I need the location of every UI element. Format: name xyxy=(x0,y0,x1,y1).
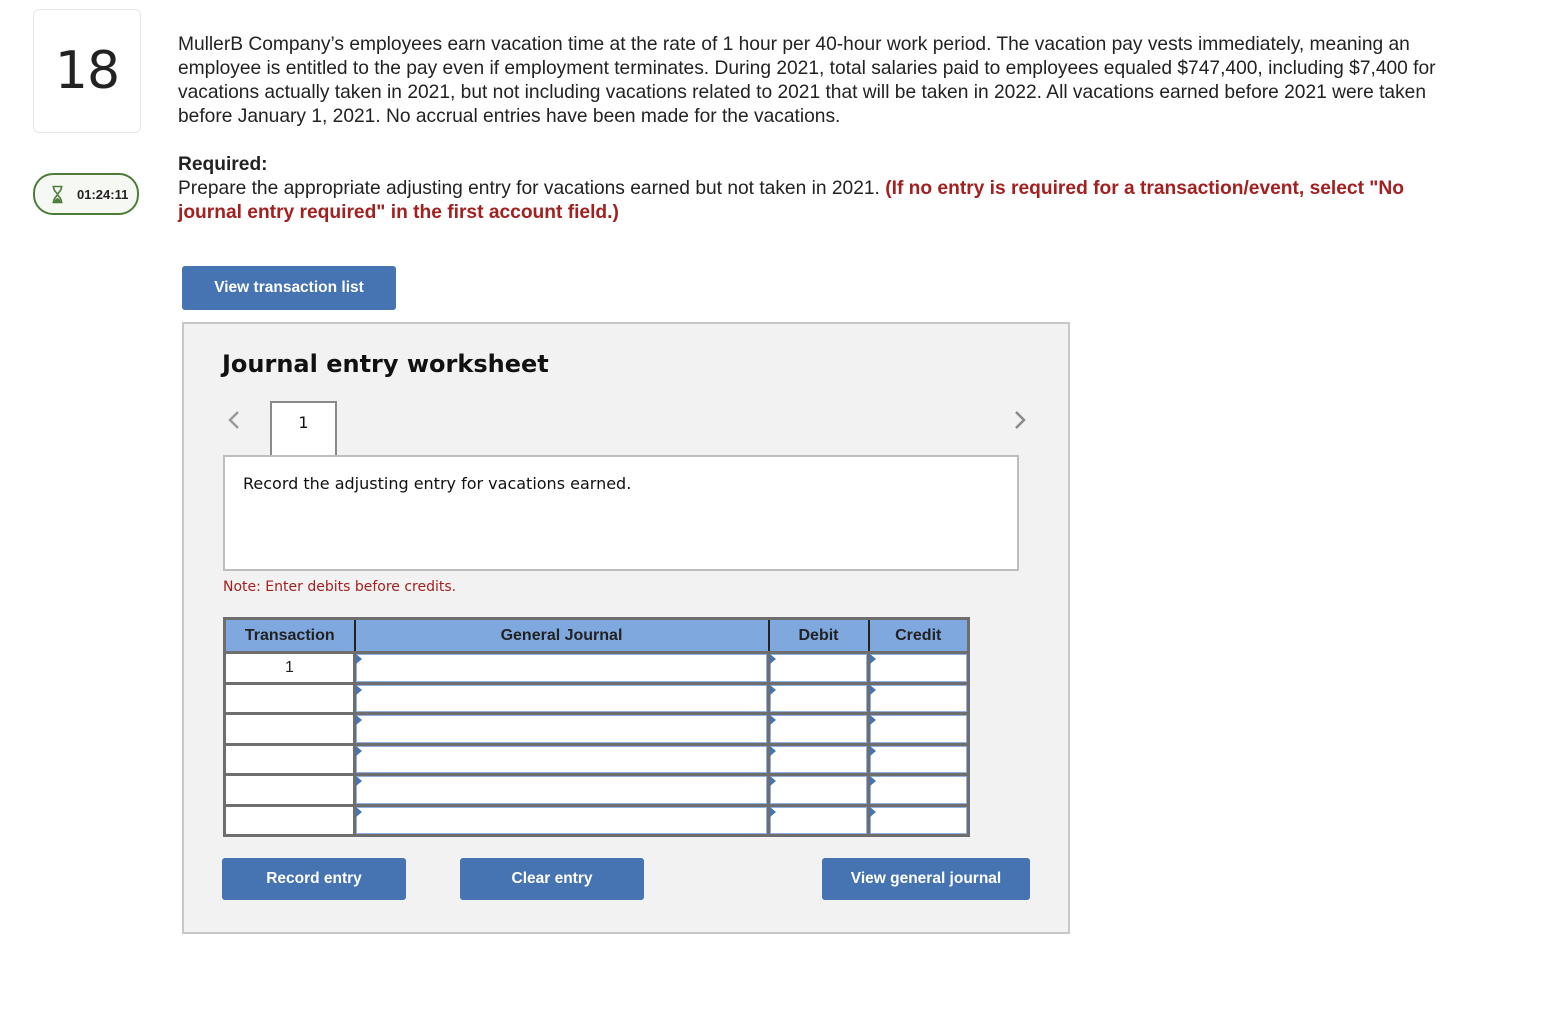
dropdown-marker-icon xyxy=(870,806,876,817)
debit-cell xyxy=(767,651,870,685)
debit-input[interactable] xyxy=(770,715,867,743)
timer-value: 01:24:11 xyxy=(77,186,129,202)
account-cell xyxy=(353,712,770,746)
debit-cell xyxy=(767,803,870,837)
account-cell xyxy=(353,651,770,685)
header-credit: Credit xyxy=(867,618,969,654)
chevron-left-icon xyxy=(228,411,239,429)
account-input[interactable] xyxy=(356,684,767,712)
debit-input[interactable] xyxy=(770,745,867,773)
debit-input[interactable] xyxy=(770,654,867,682)
credit-cell xyxy=(867,803,970,837)
journal-table: Transaction General Journal Debit Credit… xyxy=(223,617,970,837)
header-debit: Debit xyxy=(767,618,870,654)
journal-row xyxy=(223,803,970,837)
debit-cell xyxy=(767,773,870,807)
next-transaction-button[interactable] xyxy=(1010,406,1030,434)
account-input[interactable] xyxy=(356,654,767,682)
transaction-cell xyxy=(223,742,356,776)
debit-cell xyxy=(767,681,870,715)
view-general-journal-button[interactable]: View general journal xyxy=(822,858,1030,900)
account-cell xyxy=(353,742,770,776)
journal-entry-worksheet: Journal entry worksheet 1 Record the adj… xyxy=(182,322,1070,934)
dropdown-marker-icon xyxy=(870,684,876,695)
journal-row xyxy=(223,773,970,807)
account-cell xyxy=(353,681,770,715)
journal-row: 1 xyxy=(223,651,970,685)
clear-entry-button[interactable]: Clear entry xyxy=(460,858,644,900)
timer-badge: 01:24:11 xyxy=(33,173,139,215)
transaction-cell xyxy=(223,712,356,746)
credit-input[interactable] xyxy=(870,745,967,773)
transaction-tab-1[interactable]: 1 xyxy=(270,401,337,455)
journal-row xyxy=(223,681,970,715)
account-input[interactable] xyxy=(356,745,767,773)
dropdown-marker-icon xyxy=(356,806,362,817)
journal-row xyxy=(223,712,970,746)
transaction-cell xyxy=(223,773,356,807)
credit-cell xyxy=(867,773,970,807)
account-cell xyxy=(353,773,770,807)
journal-row xyxy=(223,742,970,776)
transaction-cell: 1 xyxy=(223,651,356,685)
dropdown-marker-icon xyxy=(770,715,776,725)
journal-table-header: Transaction General Journal Debit Credit xyxy=(224,618,969,654)
hourglass-icon xyxy=(52,185,63,203)
dropdown-marker-icon xyxy=(870,776,876,786)
previous-transaction-button[interactable] xyxy=(224,406,244,434)
credit-input[interactable] xyxy=(870,776,967,804)
record-entry-button[interactable]: Record entry xyxy=(222,858,406,900)
dropdown-marker-icon xyxy=(356,654,362,664)
required-text: Prepare the appropriate adjusting entry … xyxy=(178,178,880,199)
credit-cell xyxy=(867,681,970,715)
dropdown-marker-icon xyxy=(770,684,776,695)
account-input[interactable] xyxy=(356,776,767,804)
entry-note: Note: Enter debits before credits. xyxy=(223,579,457,595)
dropdown-marker-icon xyxy=(356,684,362,695)
dropdown-marker-icon xyxy=(770,776,776,786)
dropdown-marker-icon xyxy=(870,715,876,725)
credit-cell xyxy=(867,651,970,685)
view-transaction-list-button[interactable]: View transaction list xyxy=(182,266,396,310)
credit-input[interactable] xyxy=(870,715,967,743)
header-transaction: Transaction xyxy=(224,618,356,654)
dropdown-marker-icon xyxy=(770,806,776,817)
credit-input[interactable] xyxy=(870,806,967,834)
credit-cell xyxy=(867,742,970,776)
question-number-box: 18 xyxy=(33,9,141,133)
dropdown-marker-icon xyxy=(770,745,776,756)
transaction-cell xyxy=(223,803,356,837)
account-cell xyxy=(353,803,770,837)
dropdown-marker-icon xyxy=(870,654,876,664)
dropdown-marker-icon xyxy=(356,745,362,756)
header-general-journal: General Journal xyxy=(353,618,770,654)
required-section: Required: Prepare the appropriate adjust… xyxy=(178,153,1438,225)
credit-input[interactable] xyxy=(870,684,967,712)
account-input[interactable] xyxy=(356,715,767,743)
debit-cell xyxy=(767,712,870,746)
dropdown-marker-icon xyxy=(356,715,362,725)
question-number: 18 xyxy=(54,41,120,101)
debit-input[interactable] xyxy=(770,776,867,804)
transaction-cell xyxy=(223,681,356,715)
worksheet-title: Journal entry worksheet xyxy=(222,350,549,378)
debit-cell xyxy=(767,742,870,776)
dropdown-marker-icon xyxy=(870,745,876,756)
dropdown-marker-icon xyxy=(770,654,776,664)
debit-input[interactable] xyxy=(770,684,867,712)
dropdown-marker-icon xyxy=(356,776,362,786)
credit-cell xyxy=(867,712,970,746)
question-text: MullerB Company’s employees earn vacatio… xyxy=(178,34,1436,127)
debit-input[interactable] xyxy=(770,806,867,834)
credit-input[interactable] xyxy=(870,654,967,682)
transaction-description: Record the adjusting entry for vacations… xyxy=(223,455,1019,571)
required-label: Required: xyxy=(178,154,268,175)
chevron-right-icon xyxy=(1015,411,1026,429)
account-input[interactable] xyxy=(356,806,767,834)
